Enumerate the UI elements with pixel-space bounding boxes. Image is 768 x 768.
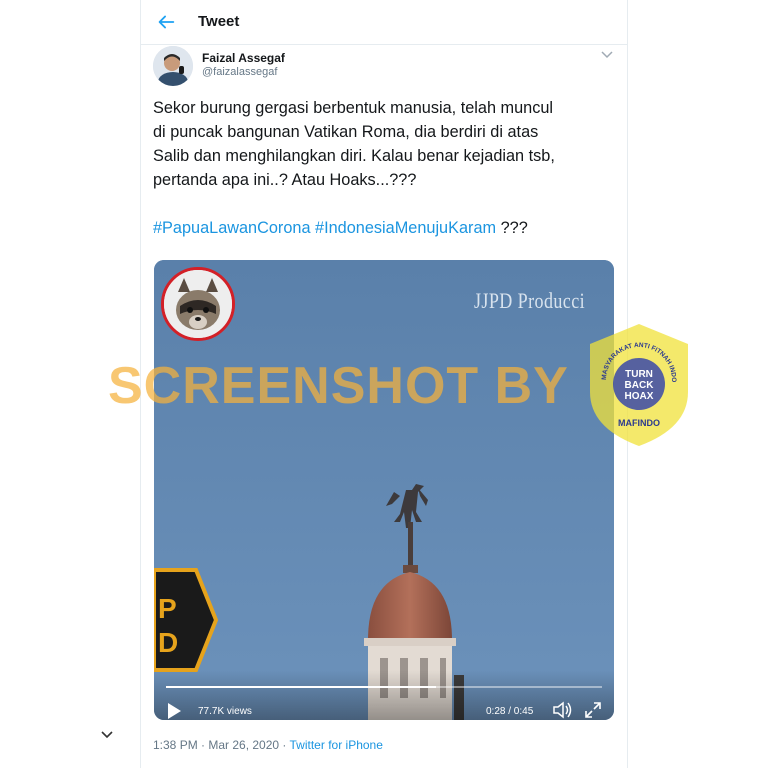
page-title: Tweet xyxy=(198,13,240,30)
progress-bar[interactable] xyxy=(166,686,602,688)
video-player[interactable]: P D JJPD Producci 77.7K views 0:28 / 0:4… xyxy=(154,260,614,720)
tweet-meta: 1:38 PM · Mar 26, 2020 · Twitter for iPh… xyxy=(153,738,383,752)
tweet-text-line: Sekor burung gergasi berbentuk manusia, … xyxy=(153,99,554,117)
chevron-down-icon[interactable] xyxy=(100,730,114,740)
svg-text:D: D xyxy=(158,627,178,658)
author-name[interactable]: Faizal Assegaf xyxy=(202,51,285,65)
mafindo-badge: MASYARAKAT ANTI FITNAH INDONESIA TURN BA… xyxy=(586,322,688,446)
hashtag-link[interactable]: #PapuaLawanCorona xyxy=(153,219,311,237)
back-arrow-icon[interactable] xyxy=(155,11,177,33)
author-handle[interactable]: @faizalassegaf xyxy=(202,66,277,78)
progress-fill xyxy=(166,686,437,688)
tweet-text: Sekor burung gergasi berbentuk manusia, … xyxy=(153,96,615,240)
tweet-source-link[interactable]: Twitter for iPhone xyxy=(290,738,383,752)
tweet-text-line: pertanda apa ini..? Atau Hoaks...??? xyxy=(153,171,417,189)
tweet-text-line: Salib dan menghilangkan diri. Kalau bena… xyxy=(153,147,555,165)
hashtag-suffix: ??? xyxy=(500,219,528,237)
badge-center-text: TURN xyxy=(625,369,653,380)
hashtag-link[interactable]: #IndonesiaMenujuKaram xyxy=(315,219,496,237)
channel-logo xyxy=(161,267,235,341)
tweet-header: Tweet xyxy=(141,0,627,45)
tweet-text-line: di puncak bangunan Vatikan Roma, dia ber… xyxy=(153,123,539,141)
svg-text:P: P xyxy=(158,593,177,624)
volume-icon[interactable] xyxy=(552,700,574,720)
fullscreen-icon[interactable] xyxy=(584,701,602,719)
play-icon[interactable] xyxy=(166,702,182,720)
producer-watermark: JJPD Producci xyxy=(474,288,586,313)
view-count: 77.7K views xyxy=(198,706,252,717)
screenshot-watermark: SCREENSHOT BY xyxy=(108,357,569,415)
video-controls: 77.7K views 0:28 / 0:45 xyxy=(154,670,614,720)
badge-center-text: BACK xyxy=(625,380,655,391)
tweet-timestamp[interactable]: 1:38 PM · Mar 26, 2020 · xyxy=(153,738,290,752)
avatar[interactable] xyxy=(153,46,193,86)
badge-bottom-text: MAFINDO xyxy=(618,418,660,428)
chevron-down-icon[interactable] xyxy=(599,48,615,60)
video-time: 0:28 / 0:45 xyxy=(486,706,534,717)
badge-center-text: HOAX xyxy=(625,391,654,402)
hashtag-line: #PapuaLawanCorona #IndonesiaMenujuKaram … xyxy=(153,216,615,240)
